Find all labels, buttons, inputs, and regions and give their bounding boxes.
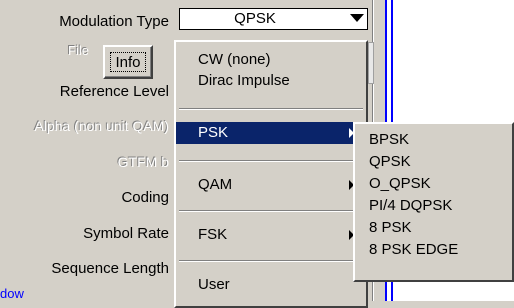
menu-item-label: QAM (198, 176, 233, 193)
reference-level-label: Reference Level (59, 83, 169, 100)
modulation-type-value: QPSK (234, 10, 276, 27)
menu-item-label: FSK (198, 226, 228, 243)
menu-item-label: PSK (198, 124, 229, 141)
submenu-item-pi4-dqpsk[interactable]: PI/4 DQPSK (369, 196, 452, 216)
menu-separator (179, 210, 363, 212)
submenu-item-8psk-edge[interactable]: 8 PSK EDGE (369, 240, 458, 260)
submenu-item-bpsk[interactable]: BPSK (369, 130, 409, 150)
menu-separator (179, 108, 363, 110)
menu-item-psk[interactable]: PSK (176, 122, 366, 144)
symbol-rate-label: Symbol Rate (83, 225, 169, 242)
menu-item-qam[interactable]: QAM (176, 174, 366, 196)
scrollbar-thumb[interactable] (368, 42, 374, 84)
chevron-down-icon[interactable] (350, 14, 364, 22)
info-button[interactable]: Info (103, 45, 153, 79)
menu-item-user[interactable]: User (176, 274, 366, 296)
menu-item-dirac[interactable]: Dirac Impulse (176, 70, 366, 92)
menu-item-fsk[interactable]: FSK (176, 224, 366, 246)
coding-label: Coding (121, 189, 169, 206)
alpha-label: Alpha (non unit QAM) (34, 118, 169, 134)
menu-item-label: CW (none) (198, 51, 271, 68)
menu-item-label: Dirac Impulse (198, 72, 290, 89)
modulation-type-label: Modulation Type (59, 13, 169, 30)
psk-submenu: BPSK QPSK O_QPSK PI/4 DQPSK 8 PSK 8 PSK … (353, 122, 514, 282)
menu-separator (179, 260, 363, 262)
bottom-link[interactable]: dow (0, 286, 24, 301)
modulation-menu: CW (none) Dirac Impulse PSK QAM FSK User (174, 40, 368, 308)
menu-separator (179, 160, 363, 162)
info-button-label: Info (110, 52, 146, 72)
file-label: File (68, 43, 89, 58)
gtfm-label: GTFM b (117, 154, 169, 170)
submenu-item-o-qpsk[interactable]: O_QPSK (369, 174, 431, 194)
submenu-item-8psk[interactable]: 8 PSK (369, 218, 412, 238)
menu-item-label: User (198, 276, 230, 293)
sequence-length-label: Sequence Length (51, 260, 169, 277)
menu-item-cw[interactable]: CW (none) (176, 49, 366, 71)
submenu-item-qpsk[interactable]: QPSK (369, 152, 411, 172)
modulation-type-select[interactable]: QPSK (179, 8, 368, 30)
